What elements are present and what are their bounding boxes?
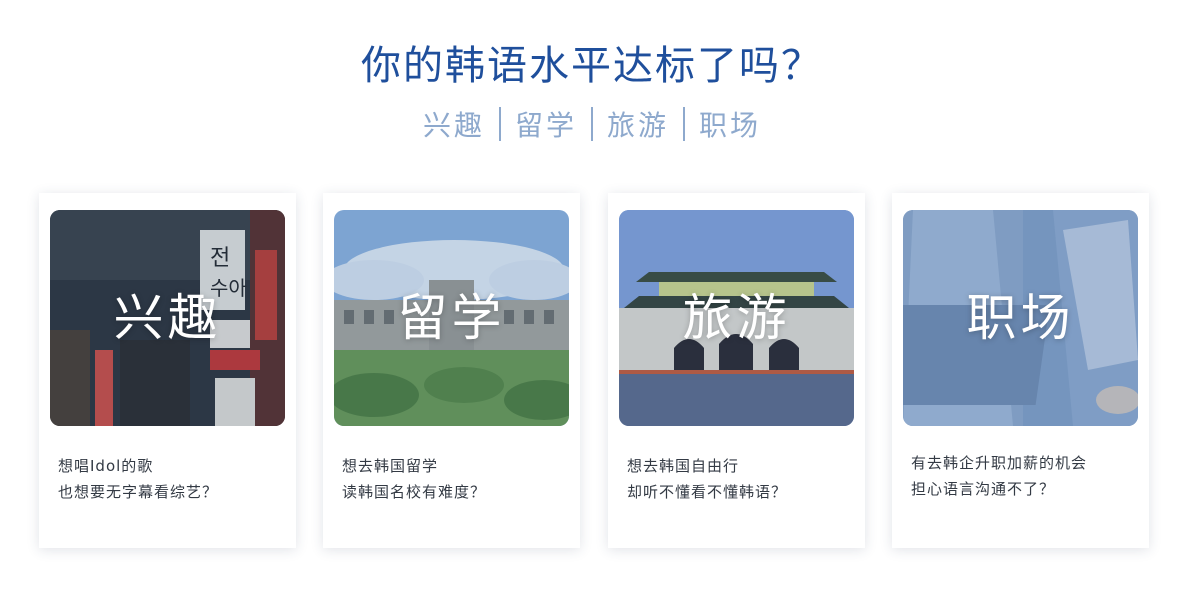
card-image-label: 旅游: [682, 289, 791, 347]
card-image-label: 兴趣: [113, 289, 222, 347]
card-description: 有去韩企升职加薪的机会 担心语言沟通不了？: [911, 450, 1087, 502]
tag-interest[interactable]: 兴趣: [423, 109, 485, 142]
card-desc-line: 想唱Idol的歌: [58, 457, 154, 475]
card-desc-line: 读韩国名校有难度？: [342, 483, 487, 501]
card-desc-line: 有去韩企升职加薪的机会: [911, 454, 1088, 472]
card-desc-line: 担心语言沟通不了？: [911, 480, 1056, 498]
palace-gate-photo: 旅游: [619, 210, 854, 426]
tag-study-abroad[interactable]: 留学: [515, 109, 577, 142]
card-description: 想去韩国留学 读韩国名校有难度？: [342, 453, 486, 505]
tag-divider: [683, 107, 686, 141]
night-street-signs-photo: 전 수아 兴趣: [50, 210, 285, 426]
card-list: 전 수아 兴趣 想唱Idol的歌 也想要无字幕看综艺？ 留学 想去韩国留学 读韩…: [39, 193, 1149, 548]
card-image-label: 职场: [966, 289, 1075, 347]
tag-divider: [591, 107, 593, 141]
category-tags: 兴趣 留学 旅游 职场: [0, 104, 1184, 148]
card-desc-line: 也想要无字幕看综艺？: [58, 483, 219, 501]
university-campus-photo: 留学: [334, 210, 569, 426]
tag-travel[interactable]: 旅游: [607, 109, 669, 142]
tag-workplace[interactable]: 职场: [699, 109, 761, 142]
card-desc-line: 想去韩国留学: [342, 457, 439, 475]
card-image-label: 留学: [397, 289, 506, 347]
tag-divider: [498, 107, 501, 141]
card-travel[interactable]: 旅游 想去韩国自由行 却听不懂看不懂韩语？: [608, 193, 865, 548]
office-workers-photo: 职场: [903, 210, 1138, 426]
card-study-abroad[interactable]: 留学 想去韩国留学 读韩国名校有难度？: [323, 193, 580, 548]
card-desc-line: 却听不懂看不懂韩语？: [627, 483, 788, 501]
card-workplace[interactable]: 职场 有去韩企升职加薪的机会 担心语言沟通不了？: [892, 193, 1149, 548]
card-desc-line: 想去韩国自由行: [627, 457, 740, 475]
card-description: 想去韩国自由行 却听不懂看不懂韩语？: [627, 453, 787, 505]
card-description: 想唱Idol的歌 也想要无字幕看综艺？: [58, 453, 218, 505]
card-interest[interactable]: 전 수아 兴趣 想唱Idol的歌 也想要无字幕看综艺？: [39, 193, 296, 548]
page-title: 你的韩语水平达标了吗？: [361, 43, 823, 89]
